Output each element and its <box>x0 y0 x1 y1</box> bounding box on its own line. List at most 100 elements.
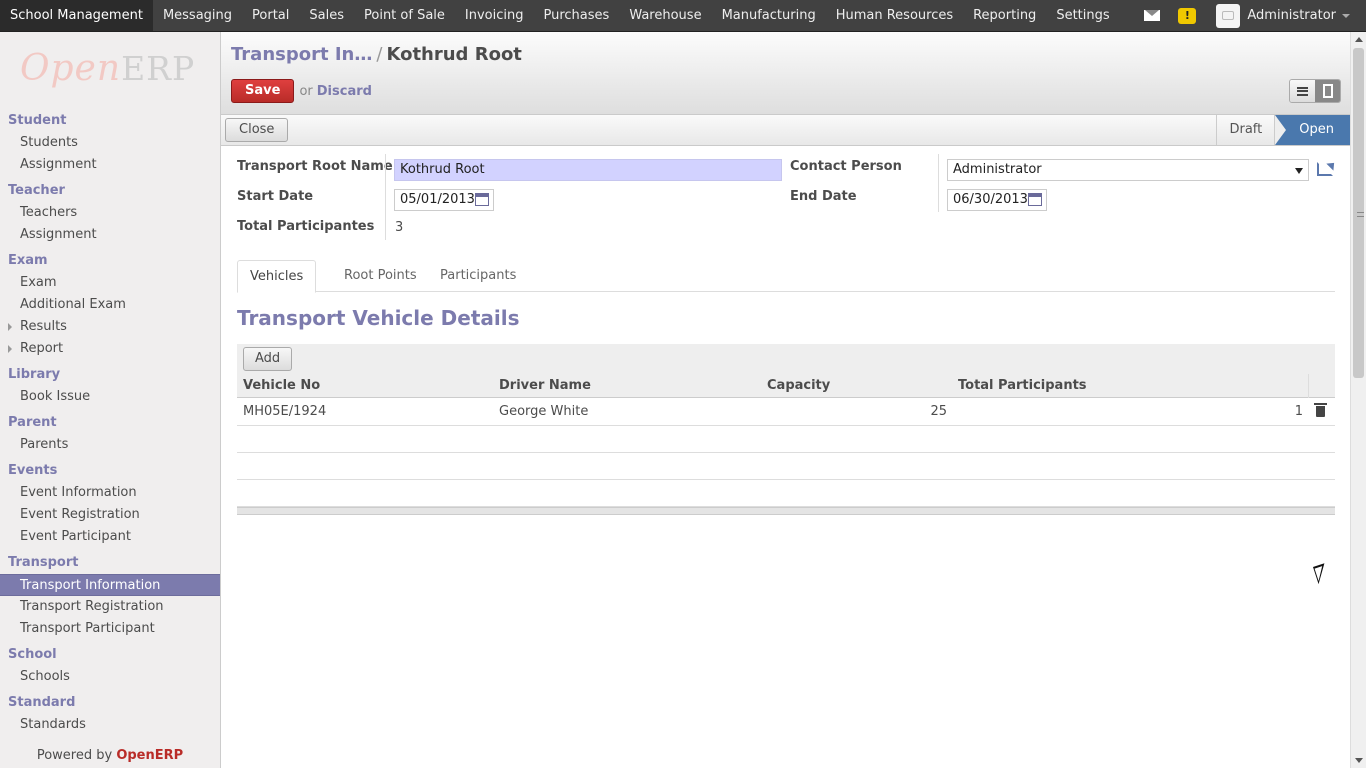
or-text: or <box>299 83 313 99</box>
section-title: Transport Vehicle Details <box>237 306 520 330</box>
sidebar-section-parent: Parent <box>8 415 57 430</box>
calendar-icon[interactable] <box>1028 193 1042 206</box>
external-link-icon[interactable] <box>1317 162 1333 176</box>
breadcrumb: Transport In… / Kothrud Root <box>231 44 522 65</box>
warning-icon[interactable]: ! <box>1178 7 1197 24</box>
discard-link[interactable]: Discard <box>317 84 372 99</box>
sidebar-item-book-issue[interactable]: Book Issue <box>0 386 220 408</box>
top-right-area: ! Administrator <box>1144 0 1350 31</box>
sidebar-item-transport-registration[interactable]: Transport Registration <box>0 596 220 618</box>
top-menu-messaging[interactable]: Messaging <box>153 0 242 31</box>
sidebar-nav: Student Students Assignment Teacher Teachers… <box>0 106 220 736</box>
sidebar: OpenERP Student Students Assignment Teacher… <box>0 32 221 768</box>
sidebar-section-exam: Exam <box>8 253 48 268</box>
save-button[interactable]: Save <box>231 79 295 103</box>
sidebar-item-schools[interactable]: Schools <box>0 666 220 688</box>
sidebar-item-exam[interactable]: Exam <box>0 272 220 294</box>
start-date-input[interactable]: 05/01/2013 <box>394 189 494 211</box>
main-content: Transport In… / Kothrud Root Save or Disca… <box>221 32 1350 768</box>
user-menu[interactable]: Administrator <box>1247 8 1336 23</box>
top-menu-point-of-sale[interactable]: Point of Sale <box>354 0 455 31</box>
column-header-vehicle-no[interactable]: Vehicle No <box>243 374 320 398</box>
sidebar-section-events: Events <box>8 463 58 478</box>
sidebar-item-parents[interactable]: Parents <box>0 434 220 456</box>
sidebar-item-transport-information[interactable]: Transport Information <box>0 574 220 596</box>
table-row[interactable]: MH05E/1924 George White 25 1 <box>237 398 1335 426</box>
add-button[interactable]: Add <box>243 347 293 371</box>
trash-icon[interactable] <box>1314 403 1327 417</box>
select-caret-icon <box>1295 168 1303 174</box>
top-menu-warehouse[interactable]: Warehouse <box>619 0 711 31</box>
tab-root-points[interactable]: Root Points <box>332 260 429 292</box>
sidebar-item-results[interactable]: Results <box>0 316 220 338</box>
list-view-button[interactable] <box>1290 80 1315 102</box>
status-bar: Close Draft Open <box>221 115 1350 146</box>
contact-person-select[interactable]: Administrator <box>947 159 1309 181</box>
top-menu-manufacturing[interactable]: Manufacturing <box>712 0 826 31</box>
column-header-capacity[interactable]: Capacity <box>767 374 830 398</box>
calendar-icon[interactable] <box>475 193 489 206</box>
sidebar-section-standard: Standard <box>8 695 76 710</box>
sidebar-item-additional-exam[interactable]: Additional Exam <box>0 294 220 316</box>
mail-icon[interactable] <box>1144 10 1161 21</box>
top-menu-sales[interactable]: Sales <box>299 0 354 31</box>
cell-vehicle-no: MH05E/1924 <box>243 404 327 419</box>
list-toolbar: Add <box>237 344 1335 374</box>
sidebar-item-teachers[interactable]: Teachers <box>0 202 220 224</box>
sidebar-section-transport: Transport <box>8 555 79 570</box>
top-menu-human-resources[interactable]: Human Resources <box>826 0 963 31</box>
sidebar-item-transport-participant[interactable]: Transport Participant <box>0 618 220 640</box>
scroll-grip-icon <box>1357 212 1364 217</box>
column-header-driver-name[interactable]: Driver Name <box>499 374 591 398</box>
scroll-up-icon[interactable] <box>1355 37 1363 42</box>
start-date-value: 05/01/2013 <box>400 192 475 207</box>
close-button[interactable]: Close <box>225 118 289 142</box>
top-menu-invoicing[interactable]: Invoicing <box>455 0 534 31</box>
openerp-logo[interactable]: OpenERP <box>20 48 195 89</box>
camera-icon <box>1222 11 1235 20</box>
sidebar-item-event-participant[interactable]: Event Participant <box>0 526 220 548</box>
sidebar-section-student: Student <box>8 113 67 128</box>
top-menu-school-management[interactable]: School Management <box>0 0 153 31</box>
sidebar-item-event-registration[interactable]: Event Registration <box>0 504 220 526</box>
powered-brand-link[interactable]: OpenERP <box>116 748 183 763</box>
form-icon <box>1322 84 1333 98</box>
top-menu-purchases[interactable]: Purchases <box>534 0 620 31</box>
breadcrumb-separator: / <box>376 44 383 65</box>
avatar[interactable] <box>1216 3 1241 28</box>
sidebar-section-teacher: Teacher <box>8 183 65 198</box>
top-menu-reporting[interactable]: Reporting <box>963 0 1046 31</box>
root-name-label: Transport Root Name <box>237 159 393 174</box>
scroll-down-icon[interactable] <box>1355 758 1363 763</box>
sidebar-item-event-information[interactable]: Event Information <box>0 482 220 504</box>
chevron-down-icon[interactable] <box>1342 13 1350 18</box>
total-participants-value: 3 <box>395 220 404 235</box>
vehicle-list: Add Vehicle No Driver Name Capacity Total P… <box>237 344 1335 515</box>
scrollbar-thumb[interactable] <box>1353 48 1364 378</box>
form-view-button[interactable] <box>1315 80 1340 102</box>
sidebar-item-report[interactable]: Report <box>0 338 220 360</box>
top-menu-settings[interactable]: Settings <box>1046 0 1119 31</box>
powered-by: Powered by OpenERP <box>0 744 220 768</box>
sidebar-item-students[interactable]: Students <box>0 132 220 154</box>
notebook-tabs: Vehicles Root Points Participants <box>237 260 1335 293</box>
stage-open[interactable]: Open <box>1274 115 1350 145</box>
top-menu: School Management Messaging Portal Sales Poi… <box>0 0 1120 31</box>
sidebar-item-assignment[interactable]: Assignment <box>0 154 220 176</box>
breadcrumb-parent-link[interactable]: Transport In… <box>231 44 372 65</box>
tab-participants[interactable]: Participants <box>428 260 528 292</box>
cell-total-participants: 1 <box>1294 404 1303 419</box>
top-menu-portal[interactable]: Portal <box>242 0 299 31</box>
end-date-input[interactable]: 06/30/2013 <box>947 189 1047 211</box>
list-body: MH05E/1924 George White 25 1 <box>237 398 1335 426</box>
root-name-input[interactable]: Kothrud Root <box>394 159 782 181</box>
sidebar-item-assignment[interactable]: Assignment <box>0 224 220 246</box>
start-date-label: Start Date <box>237 189 314 204</box>
page-scrollbar[interactable] <box>1350 32 1366 768</box>
column-header-total-participants[interactable]: Total Participants <box>958 374 1087 398</box>
sidebar-item-standards[interactable]: Standards <box>0 714 220 736</box>
tab-vehicles[interactable]: Vehicles <box>237 260 317 293</box>
form-actions: Save or Discard <box>231 79 372 103</box>
list-header: Vehicle No Driver Name Capacity Total Parti… <box>237 374 1335 398</box>
stage-draft[interactable]: Draft <box>1216 115 1274 145</box>
